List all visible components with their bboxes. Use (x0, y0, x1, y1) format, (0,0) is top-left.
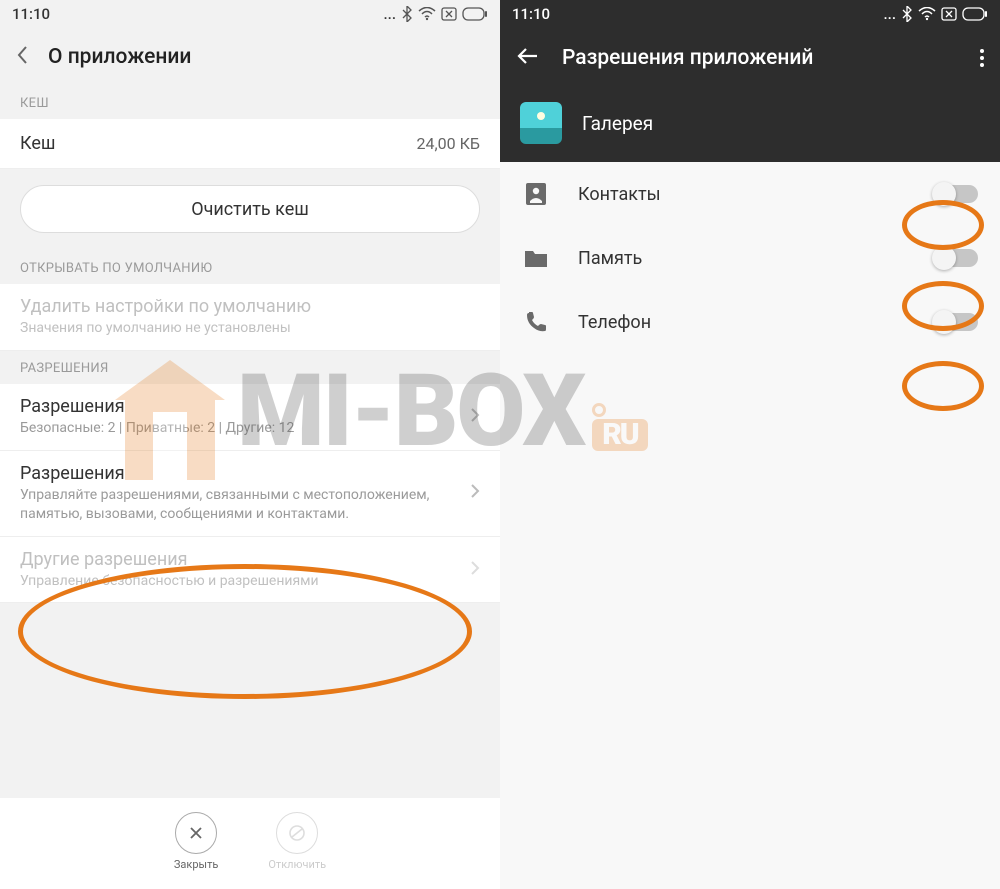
back-arrow-icon[interactable] (516, 47, 538, 69)
page-title: Разрешения приложений (562, 46, 956, 70)
permission-phone: Телефон (500, 290, 1000, 354)
folder-icon (522, 244, 550, 272)
row-delete-defaults[interactable]: Удалить настройки по умолчанию Значения … (0, 284, 500, 351)
permission-label: Контакты (578, 184, 906, 205)
delete-defaults-title: Удалить настройки по умолчанию (20, 296, 470, 317)
permissions-manage-sub: Управляйте разрешениями, связанными с ме… (20, 486, 460, 524)
battery-icon (462, 7, 488, 21)
back-icon[interactable] (16, 45, 28, 69)
cache-value: 24,00 КБ (417, 134, 480, 153)
status-more-icon: ... (883, 5, 896, 23)
toggle-switch[interactable] (934, 185, 978, 203)
close-label: Закрыть (174, 858, 218, 871)
permissions-title: Разрешения (20, 396, 460, 417)
other-permissions-title: Другие разрешения (20, 549, 460, 570)
status-time: 11:10 (512, 5, 550, 23)
section-header-cache: КЕШ (0, 86, 500, 119)
toggle-switch[interactable] (934, 249, 978, 267)
status-time: 11:10 (12, 5, 50, 23)
cache-row[interactable]: Кеш 24,00 КБ (0, 119, 500, 169)
header-right: Разрешения приложений Галерея (500, 28, 1000, 162)
gallery-app-icon (520, 102, 562, 144)
row-permissions-summary[interactable]: Разрешения Безопасные: 2 | Приватные: 2 … (0, 384, 500, 451)
bluetooth-icon (401, 6, 413, 22)
header-left: О приложении (0, 28, 500, 86)
screen-about-app: 11:10 ... О приложении КЕШ Кеш 24,00 КБ (0, 0, 500, 889)
chevron-right-icon (470, 407, 480, 427)
permission-label: Память (578, 248, 906, 269)
cache-label: Кеш (20, 133, 55, 154)
section-header-permissions: РАЗРЕШЕНИЯ (0, 351, 500, 384)
bottom-action-bar: Закрыть Отключить (0, 798, 500, 889)
delete-defaults-sub: Значения по умолчанию не установлены (20, 319, 470, 338)
clear-cache-button[interactable]: Очистить кеш (20, 185, 480, 233)
battery-icon (962, 7, 988, 21)
wifi-icon (918, 7, 936, 21)
disable-label: Отключить (268, 858, 326, 871)
clear-cache-wrap: Очистить кеш (0, 169, 500, 251)
disable-icon (288, 824, 306, 842)
permissions-sub: Безопасные: 2 | Приватные: 2 | Другие: 1… (20, 419, 460, 438)
chevron-right-icon (470, 560, 480, 580)
wifi-icon (418, 7, 436, 21)
toggle-switch[interactable] (934, 313, 978, 331)
app-name: Галерея (582, 112, 653, 135)
sim-off-icon (441, 7, 457, 21)
chevron-right-icon (470, 483, 480, 503)
status-bar-left: 11:10 ... (0, 0, 500, 28)
permissions-list: Контакты Память Телефон (500, 162, 1000, 354)
close-icon (188, 825, 204, 841)
page-title: О приложении (48, 45, 191, 69)
status-icons: ... (883, 5, 988, 23)
phone-icon (522, 308, 550, 336)
more-menu-icon[interactable] (980, 49, 984, 67)
contacts-icon (522, 180, 550, 208)
row-permissions-manage[interactable]: Разрешения Управляйте разрешениями, связ… (0, 451, 500, 537)
screen-app-permissions: 11:10 ... Разрешения приложений (500, 0, 1000, 889)
permission-contacts: Контакты (500, 162, 1000, 226)
bluetooth-icon (901, 6, 913, 22)
app-row: Галерея (500, 88, 1000, 162)
permission-storage: Память (500, 226, 1000, 290)
section-header-open-default: ОТКРЫВАТЬ ПО УМОЛЧАНИЮ (0, 251, 500, 284)
permissions-manage-title: Разрешения (20, 463, 460, 484)
disable-button[interactable]: Отключить (268, 812, 326, 871)
status-more-icon: ... (383, 5, 396, 23)
close-button[interactable]: Закрыть (174, 812, 218, 871)
permission-label: Телефон (578, 312, 906, 333)
status-icons: ... (383, 5, 488, 23)
sim-off-icon (941, 7, 957, 21)
status-bar-right: 11:10 ... (500, 0, 1000, 28)
row-other-permissions[interactable]: Другие разрешения Управление безопасност… (0, 537, 500, 604)
other-permissions-sub: Управление безопасностью и разрешениями (20, 572, 460, 591)
